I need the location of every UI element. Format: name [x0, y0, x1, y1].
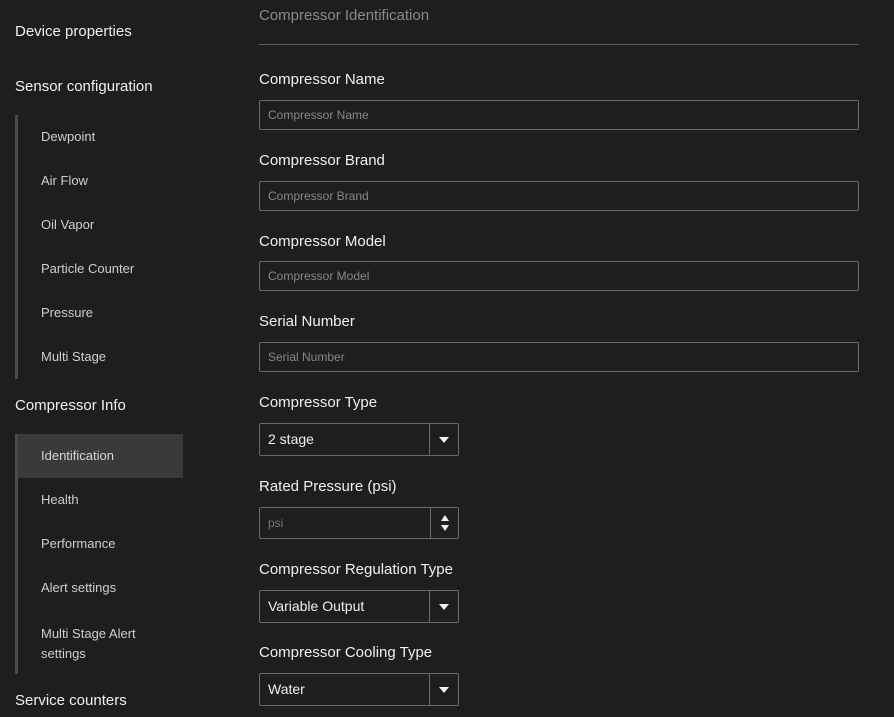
nav-compressor-info[interactable]: Compressor Info: [15, 397, 126, 414]
nav-item-multi-stage-alert-settings[interactable]: Multi Stage Alert settings: [18, 624, 183, 664]
cooling-type-select[interactable]: Water: [259, 673, 459, 706]
compressor-type-select[interactable]: 2 stage: [259, 423, 459, 456]
select-divider: [429, 674, 430, 705]
decrement-arrow-icon[interactable]: [441, 525, 449, 531]
compressor-model-input[interactable]: [259, 261, 859, 291]
chevron-down-icon[interactable]: [439, 437, 449, 443]
compressor-model-label: Compressor Model: [259, 233, 386, 250]
page-title: Compressor Identification: [259, 7, 430, 24]
select-divider: [429, 424, 430, 455]
chevron-down-icon[interactable]: [439, 687, 449, 693]
nav-service-counters[interactable]: Service counters: [15, 692, 127, 709]
compressor-name-input[interactable]: [259, 100, 859, 130]
compressor-brand-input[interactable]: [259, 181, 859, 211]
nav-item-air-flow[interactable]: Air Flow: [18, 173, 183, 188]
compressor-type-value: 2 stage: [268, 431, 314, 447]
nav-item-oil-vapor[interactable]: Oil Vapor: [18, 217, 183, 232]
regulation-type-value: Variable Output: [268, 598, 365, 614]
rated-pressure-label: Rated Pressure (psi): [259, 478, 397, 495]
nav-item-alert-settings[interactable]: Alert settings: [18, 580, 183, 595]
nav-sensor-configuration[interactable]: Sensor configuration: [15, 78, 153, 95]
compressor-type-label: Compressor Type: [259, 394, 378, 411]
rated-pressure-input[interactable]: [260, 508, 430, 538]
compressor-brand-label: Compressor Brand: [259, 152, 385, 169]
increment-arrow-icon[interactable]: [441, 515, 449, 521]
nav-item-multi-stage-alert-line2: settings: [41, 646, 86, 661]
regulation-type-select[interactable]: Variable Output: [259, 590, 459, 623]
spinner-divider: [430, 508, 431, 538]
nav-item-identification[interactable]: Identification: [18, 434, 183, 478]
nav-item-health[interactable]: Health: [18, 492, 183, 507]
select-divider: [429, 591, 430, 622]
cooling-type-value: Water: [268, 681, 305, 697]
sidebar: Device properties Sensor configuration D…: [0, 0, 200, 717]
heading-divider: [259, 44, 859, 45]
rated-pressure-stepper[interactable]: [259, 507, 459, 539]
nav-item-dewpoint[interactable]: Dewpoint: [18, 129, 183, 144]
nav-item-pressure[interactable]: Pressure: [18, 305, 183, 320]
cooling-type-label: Compressor Cooling Type: [259, 644, 433, 661]
serial-number-label: Serial Number: [259, 313, 355, 330]
nav-item-multi-stage-alert-line1: Multi Stage Alert: [41, 626, 136, 641]
chevron-down-icon[interactable]: [439, 604, 449, 610]
nav-item-performance[interactable]: Performance: [18, 536, 183, 551]
regulation-type-label: Compressor Regulation Type: [259, 561, 453, 578]
sensor-group-line: [15, 115, 18, 379]
nav-item-particle-counter[interactable]: Particle Counter: [18, 261, 183, 276]
serial-number-input[interactable]: [259, 342, 859, 372]
nav-device-properties[interactable]: Device properties: [15, 23, 132, 40]
compressor-name-label: Compressor Name: [259, 71, 385, 88]
nav-item-multi-stage[interactable]: Multi Stage: [18, 349, 183, 364]
